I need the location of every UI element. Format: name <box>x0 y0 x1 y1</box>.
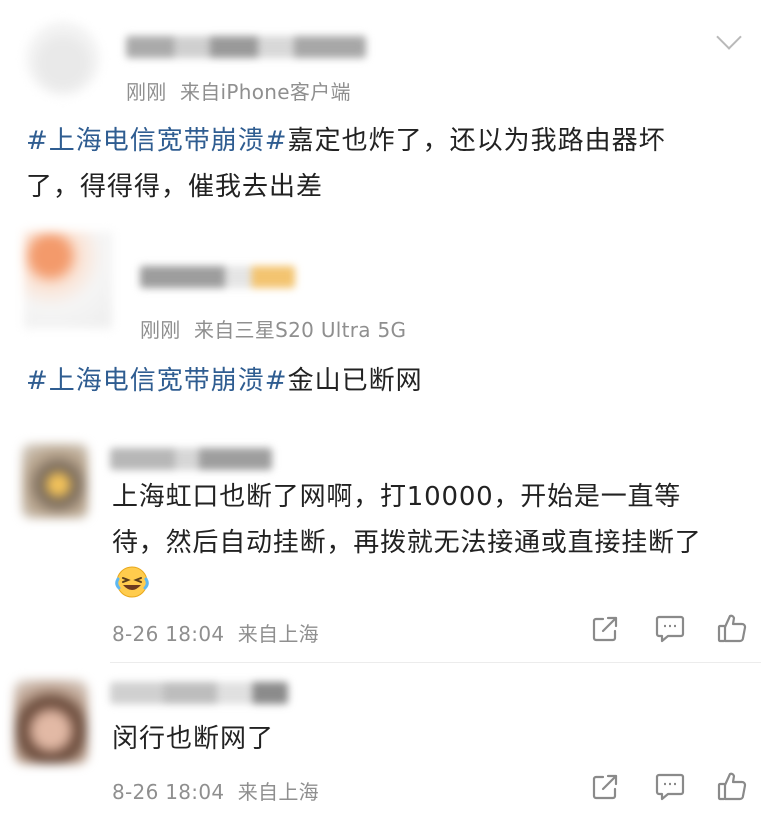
avatar[interactable] <box>26 22 100 96</box>
comment-meta: 8-26 18:04 来自上海 <box>112 776 319 805</box>
chevron-down-icon[interactable] <box>716 24 742 50</box>
post-text-line: 嘉定也炸了，还以为我路由器坏 <box>287 126 666 156</box>
avatar[interactable] <box>14 680 88 764</box>
avatar[interactable] <box>24 232 112 328</box>
post-text-line: 了，得得得，催我去出差 <box>26 172 324 202</box>
post-meta: 刚刚 来自三星S20 Ultra 5G <box>140 314 406 343</box>
comment-text-line: 上海虹口也断了网啊，打10000，开始是一直等 <box>112 482 682 512</box>
post-text-body: 金山已断网 <box>287 366 423 396</box>
post-source: 来自iPhone客户端 <box>179 80 351 104</box>
post-meta: 刚刚 来自iPhone客户端 <box>126 76 351 105</box>
comment-date: 8-26 18:04 <box>112 622 225 646</box>
like-icon[interactable] <box>716 612 748 644</box>
hashtag-link[interactable]: #上海电信宽带崩溃# <box>26 366 288 396</box>
avatar[interactable] <box>22 444 88 518</box>
hashtag-link[interactable]: #上海电信宽带崩溃# <box>26 126 288 156</box>
comment-text-line: 待，然后自动挂断，再拨就无法接通或直接挂断了 <box>112 528 702 558</box>
post-time: 刚刚 <box>140 318 181 342</box>
post-text: #上海电信宽带崩溃#金山已断网 <box>26 358 746 404</box>
username-blurred[interactable] <box>110 448 272 470</box>
comment-text: 闵行也断网了 <box>112 716 274 762</box>
comment-date: 8-26 18:04 <box>112 780 225 804</box>
post-time: 刚刚 <box>126 80 167 104</box>
share-icon[interactable] <box>590 614 620 644</box>
comment-location: 来自上海 <box>237 622 319 646</box>
username-blurred[interactable] <box>126 36 366 58</box>
like-icon[interactable] <box>716 770 748 802</box>
post-text: #上海电信宽带崩溃#嘉定也炸了，还以为我路由器坏 了，得得得，催我去出差 <box>26 118 746 210</box>
username-blurred[interactable] <box>140 266 295 288</box>
comment-icon[interactable] <box>654 772 686 802</box>
laughing-emoji-icon <box>114 564 150 600</box>
username-blurred[interactable] <box>110 682 288 704</box>
comment-text-body: 闵行也断网了 <box>112 724 275 754</box>
divider <box>110 662 761 663</box>
comment-text: 上海虹口也断了网啊，打10000，开始是一直等 待，然后自动挂断，再拨就无法接通… <box>112 474 752 566</box>
comment-meta: 8-26 18:04 来自上海 <box>112 618 319 647</box>
comment-icon[interactable] <box>654 614 686 644</box>
post-source: 来自三星S20 Ultra 5G <box>193 318 407 342</box>
comment-location: 来自上海 <box>237 780 319 804</box>
share-icon[interactable] <box>590 772 620 802</box>
